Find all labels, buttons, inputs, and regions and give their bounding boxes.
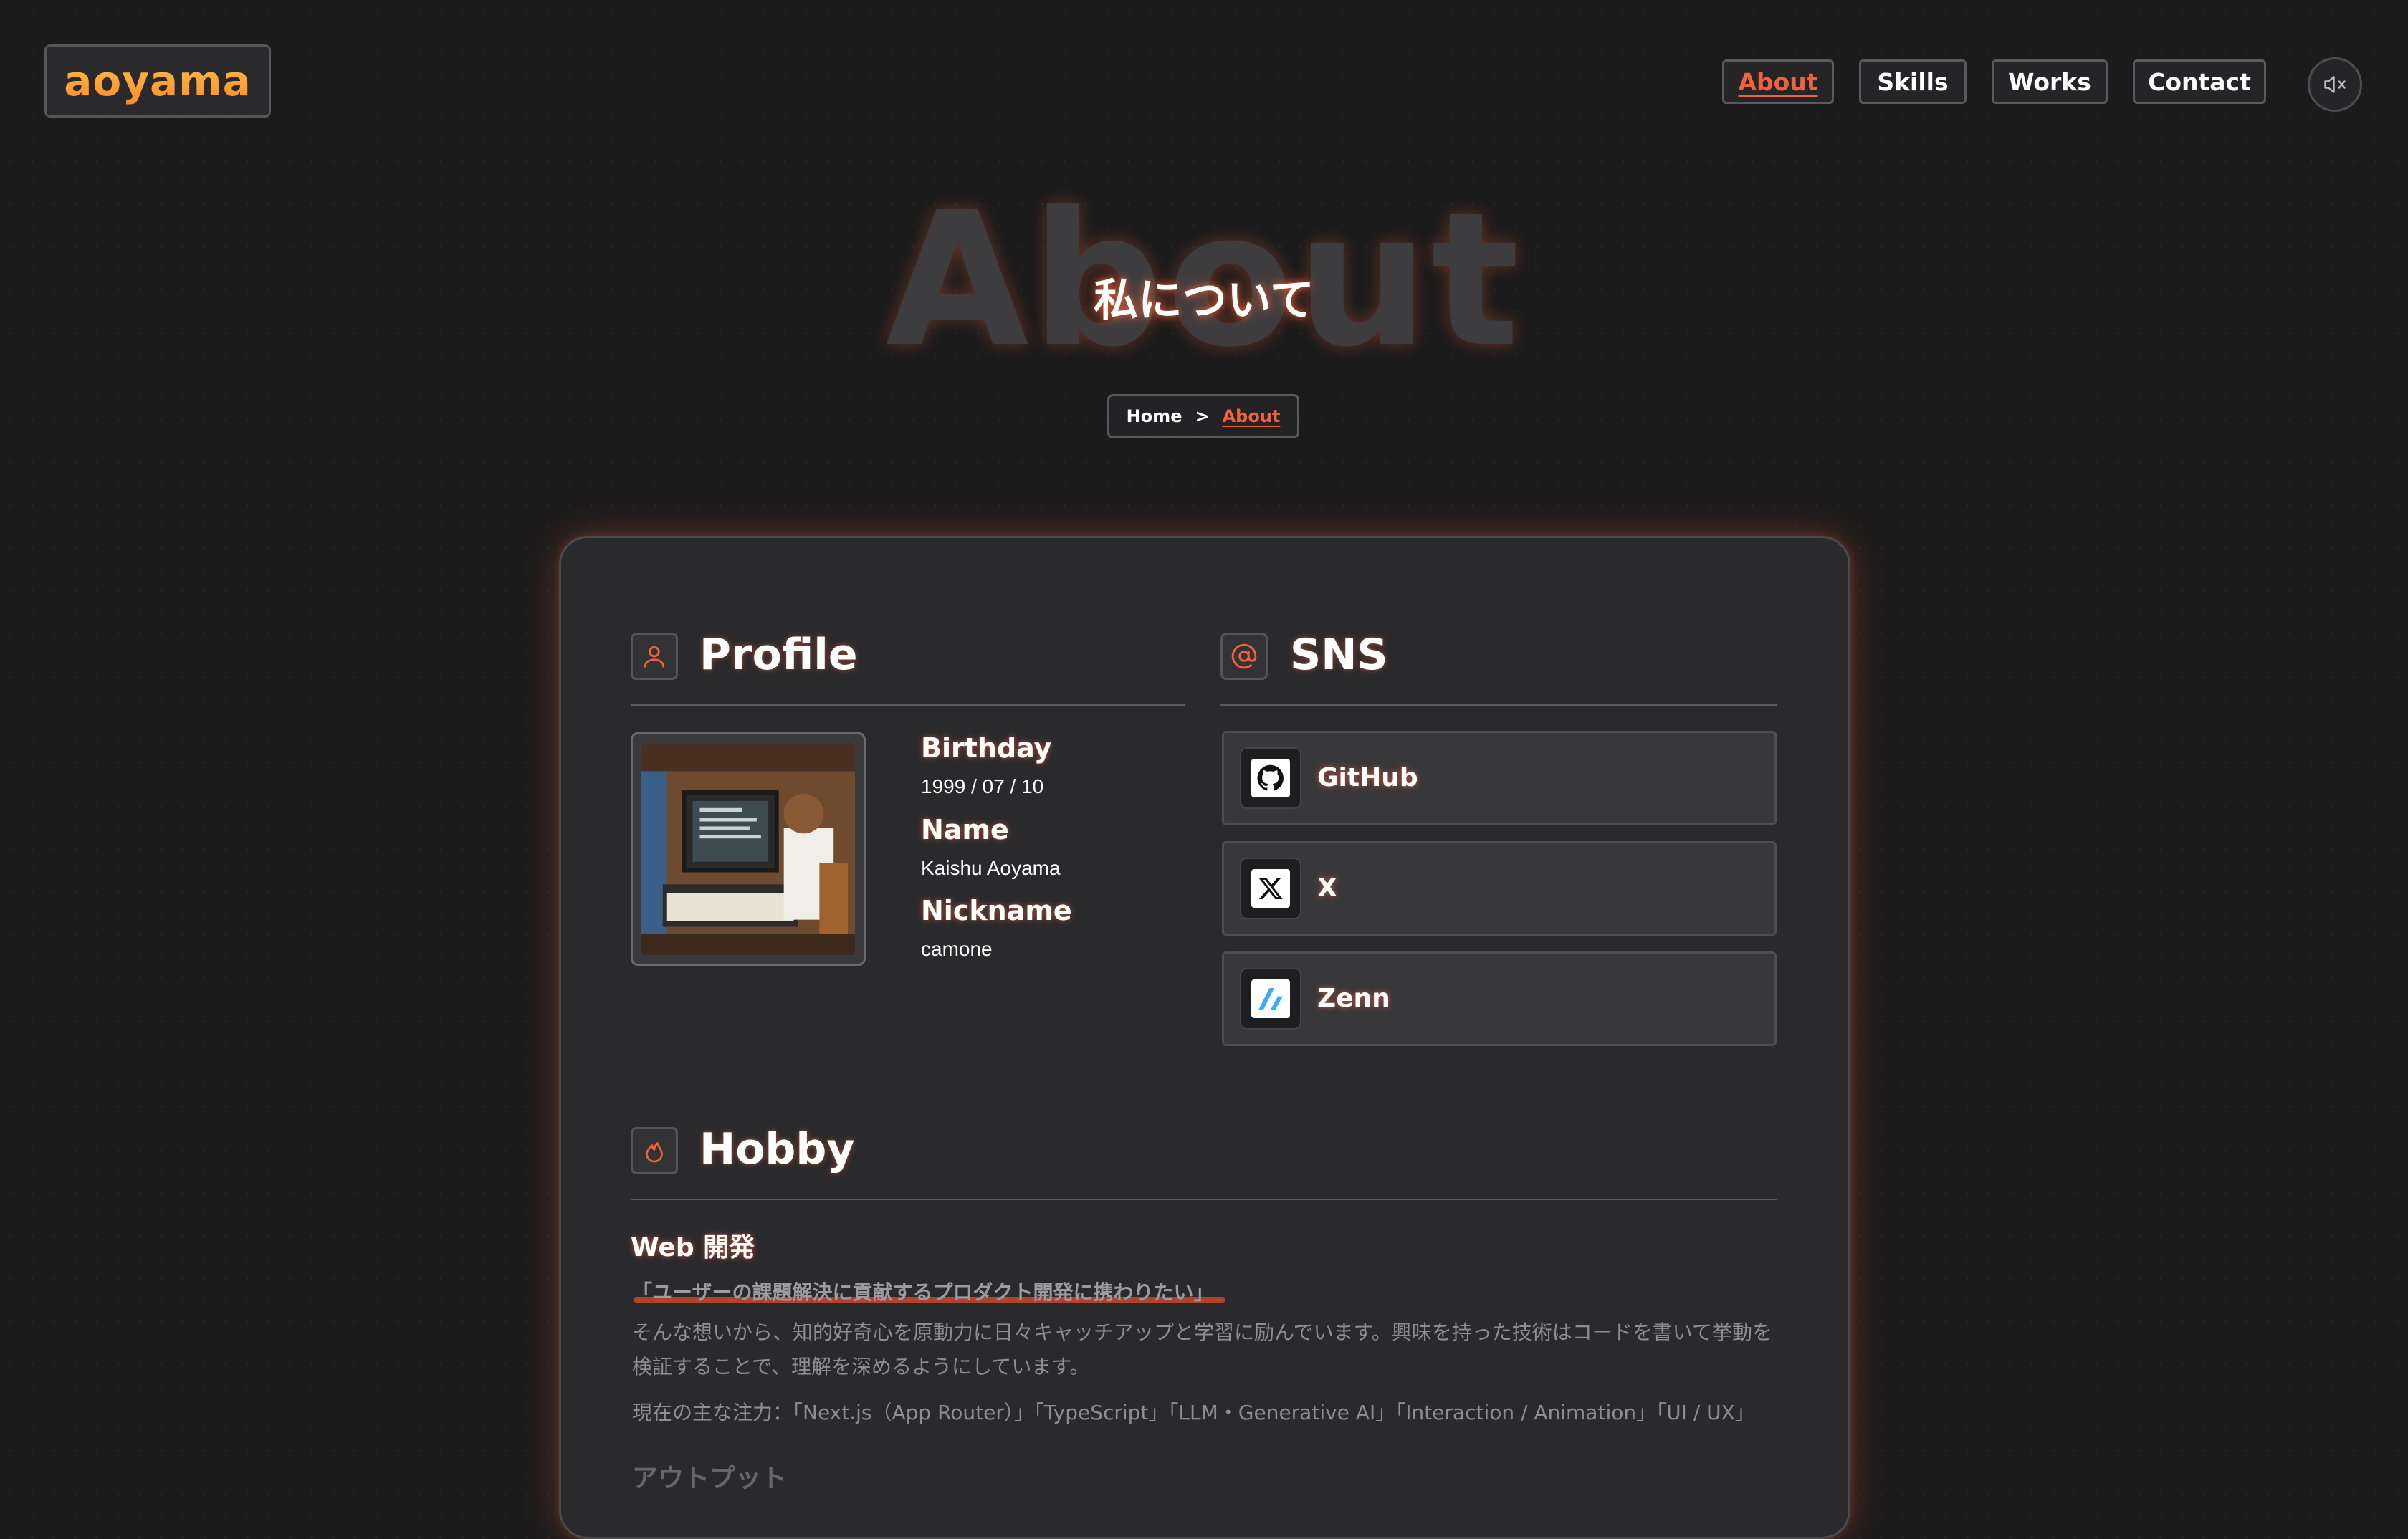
breadcrumb: Home > About [1107, 394, 1299, 438]
sns-heading: SNS [1290, 630, 1388, 680]
at-icon [1220, 633, 1268, 680]
hobby-heading: Hobby [699, 1124, 855, 1174]
birthday-label: Birthday [921, 732, 1052, 764]
site-logo[interactable]: aoyama [44, 44, 271, 118]
breadcrumb-current[interactable]: About [1223, 406, 1281, 426]
nav-about[interactable]: About [1722, 59, 1834, 104]
avatar [631, 732, 866, 966]
nickname-value: camone [921, 938, 993, 960]
hobby-paragraph: そんな想いから、知的好奇心を原動力に日々キャッチアップと学習に励んでいます。興味… [632, 1320, 1772, 1379]
sns-label-github: GitHub [1317, 763, 1418, 792]
hobby-quote: 「ユーザーの課題解決に貢献するプロダクト開発に携わりたい」 [632, 1280, 1214, 1304]
github-icon [1240, 747, 1301, 809]
nav-contact[interactable]: Contact [2133, 59, 2266, 104]
user-icon [631, 633, 678, 680]
output-heading: アウトプット [632, 1464, 788, 1493]
breadcrumb-separator: > [1195, 406, 1210, 426]
hobby-subheading: Web 開発 [631, 1233, 755, 1262]
nav-works[interactable]: Works [1992, 59, 2108, 104]
hobby-focus: 現在の主な注力：「Next.js（App Router）」「TypeScript… [632, 1401, 1755, 1424]
logo-text: aoyama [64, 57, 252, 105]
profile-divider [631, 704, 1185, 706]
birthday-value: 1999 / 07 / 10 [921, 775, 1044, 797]
sns-item-zenn[interactable]: Zenn [1222, 951, 1777, 1046]
hobby-divider [631, 1199, 1777, 1200]
sns-label-zenn: Zenn [1317, 984, 1390, 1013]
zenn-icon [1240, 968, 1301, 1030]
name-label: Name [921, 814, 1009, 845]
sns-label-x: X [1317, 873, 1337, 903]
sns-divider [1220, 704, 1777, 706]
name-value: Kaishu Aoyama [921, 857, 1061, 879]
sns-item-x[interactable]: X [1222, 841, 1777, 936]
page-title: 私について [1093, 274, 1315, 326]
breadcrumb-home[interactable]: Home [1127, 406, 1182, 426]
flame-icon [631, 1127, 678, 1174]
nickname-label: Nickname [921, 895, 1072, 926]
nav-skills[interactable]: Skills [1859, 59, 1967, 104]
profile-heading: Profile [699, 630, 858, 680]
sns-item-github[interactable]: GitHub [1222, 731, 1777, 825]
speaker-muted-icon [2324, 76, 2346, 93]
sound-toggle-button[interactable] [2308, 57, 2362, 112]
x-icon [1240, 858, 1301, 919]
